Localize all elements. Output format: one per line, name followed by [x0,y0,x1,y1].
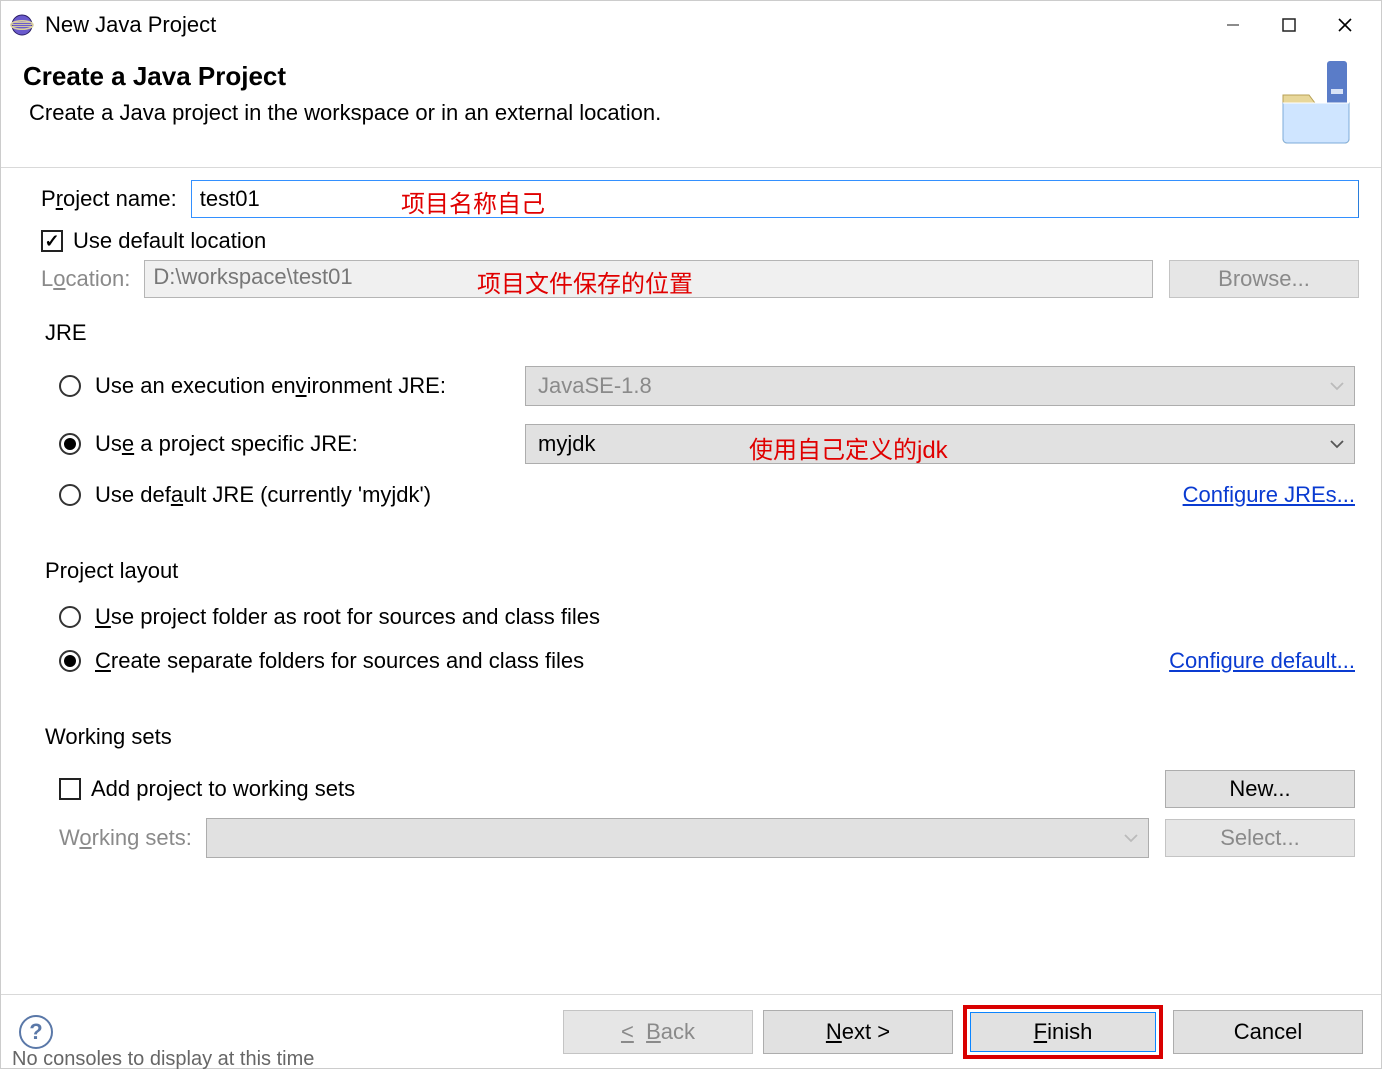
layout-separate-radio[interactable] [59,650,81,672]
eclipse-icon [9,12,35,38]
working-sets-select [206,818,1149,858]
working-sets-group: Working sets Add project to working sets… [41,718,1359,876]
configure-jres-link[interactable]: Configure JREs... [1183,482,1355,508]
window-title: New Java Project [45,12,216,38]
layout-separate-label: Create separate folders for sources and … [95,648,1169,674]
select-working-sets-button: Select... [1165,819,1355,857]
project-name-row: Project name: 项目名称自己 [41,180,1359,218]
jre-default-radio[interactable] [59,484,81,506]
next-button[interactable]: Next > [763,1010,953,1054]
jre-group-title: JRE [45,320,1355,346]
jre-specific-row: Use a project specific JRE: myjdk 使用自己定义… [59,424,1355,464]
use-default-location-checkbox[interactable] [41,230,63,252]
add-to-working-sets-checkbox[interactable] [59,778,81,800]
jre-default-label: Use default JRE (currently 'myjdk') [95,482,1183,508]
use-default-location-label: Use default location [73,228,266,254]
layout-separate-row: Create separate folders for sources and … [59,648,1355,674]
jre-exec-env-label: Use an execution environment JRE: [95,373,525,399]
configure-default-link[interactable]: Configure default... [1169,648,1355,674]
jre-exec-env-row: Use an execution environment JRE: JavaSE… [59,366,1355,406]
back-button: < < Back Back [563,1010,753,1054]
page-title: Create a Java Project [23,61,1263,92]
chevron-down-icon [1330,439,1344,449]
browse-button: Browse... [1169,260,1359,298]
new-working-set-button[interactable]: New... [1165,770,1355,808]
layout-group: Project layout Use project folder as roo… [41,552,1359,692]
layout-group-title: Project layout [45,558,1355,584]
location-label: Location: [41,266,130,292]
chevron-down-icon [1124,833,1138,843]
layout-root-row: Use project folder as root for sources a… [59,604,1355,630]
close-button[interactable] [1317,5,1373,45]
titlebar: New Java Project [1,1,1381,49]
minimize-button[interactable] [1205,5,1261,45]
wizard-folder-icon [1273,59,1363,149]
page-description: Create a Java project in the workspace o… [23,100,1263,126]
new-java-project-dialog: New Java Project Create a Java Project C… [0,0,1382,1069]
jre-specific-radio[interactable] [59,433,81,455]
working-sets-title: Working sets [45,724,1355,750]
location-row: Location: D:\workspace\test01 Browse... … [41,260,1359,298]
add-to-working-sets-label: Add project to working sets [91,776,1165,802]
background-text: No consoles to display at this time [12,1048,314,1071]
jre-exec-env-radio[interactable] [59,375,81,397]
jre-default-row: Use default JRE (currently 'myjdk') Conf… [59,482,1355,508]
layout-root-label: Use project folder as root for sources a… [95,604,600,630]
project-name-label: Project name: [41,186,177,212]
cancel-button[interactable]: Cancel [1173,1010,1363,1054]
jre-exec-env-select: JavaSE-1.8 [525,366,1355,406]
jre-specific-label: Use a project specific JRE: [95,431,525,457]
finish-button[interactable]: Finish [970,1012,1156,1052]
location-input: D:\workspace\test01 [144,260,1153,298]
jre-group: JRE Use an execution environment JRE: Ja… [41,314,1359,526]
maximize-button[interactable] [1261,5,1317,45]
add-to-working-sets-row: Add project to working sets New... [59,770,1355,808]
working-sets-label: Working sets: [59,825,192,851]
finish-highlight: Finish [963,1005,1163,1059]
chevron-down-icon [1330,381,1344,391]
wizard-banner: Create a Java Project Create a Java proj… [1,49,1381,168]
project-name-input[interactable] [191,180,1359,218]
layout-root-radio[interactable] [59,606,81,628]
working-sets-row: Working sets: Select... [59,818,1355,858]
use-default-location-row: Use default location [41,228,1359,254]
jre-specific-select[interactable]: myjdk [525,424,1355,464]
help-icon[interactable]: ? [19,1015,53,1049]
